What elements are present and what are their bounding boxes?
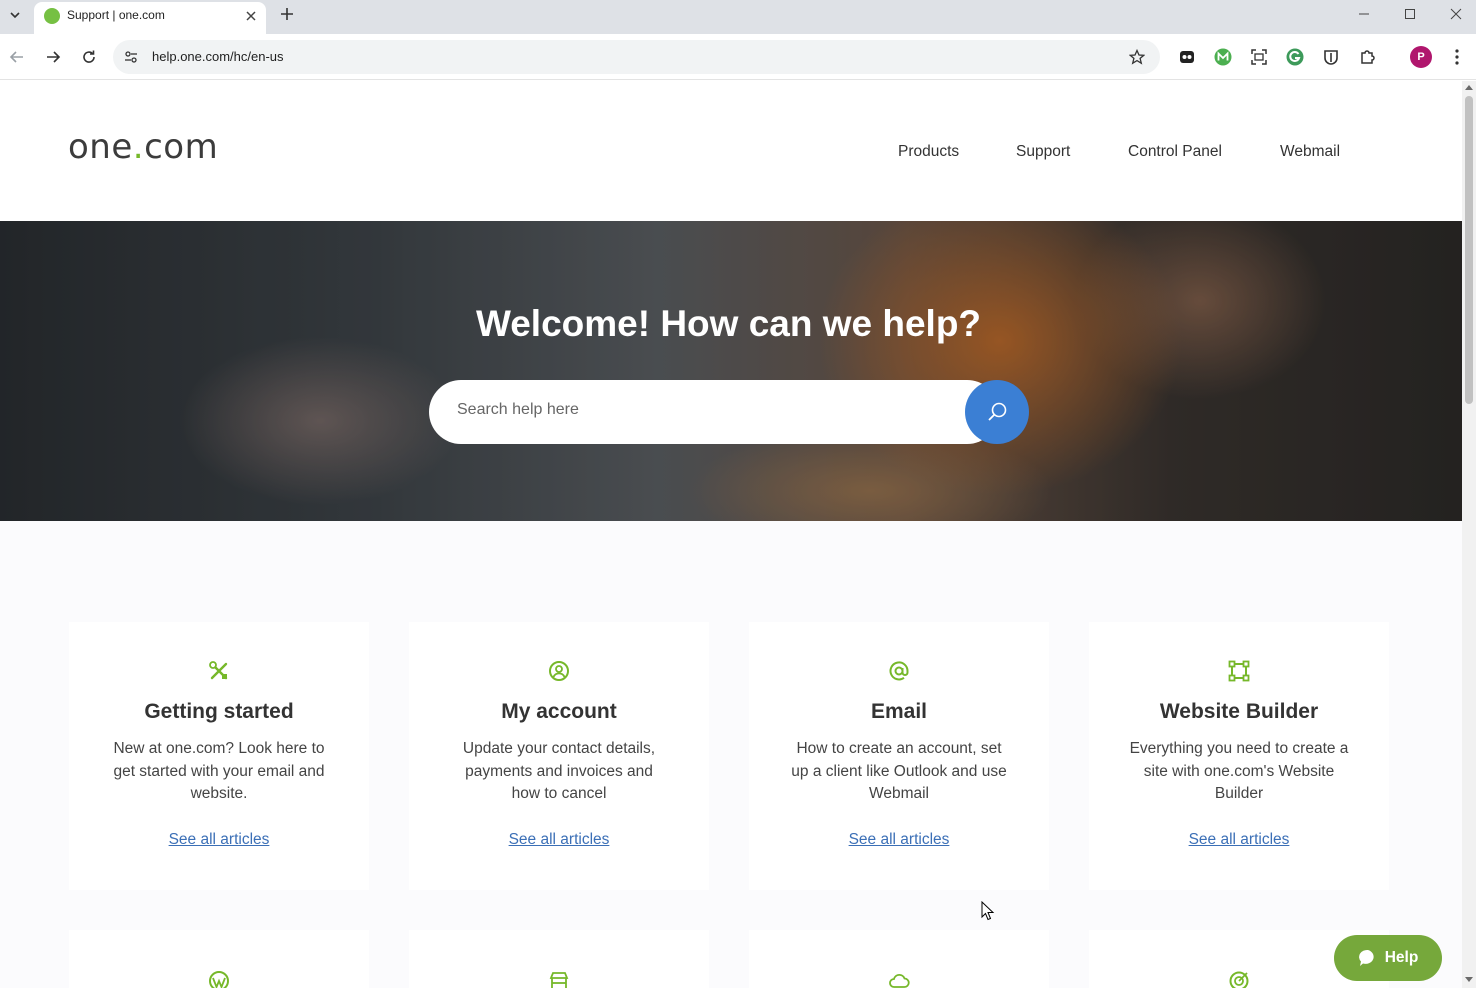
- tab-title: Support | one.com: [67, 8, 165, 22]
- profile-avatar[interactable]: P: [1410, 46, 1432, 68]
- wordpress-icon: [69, 970, 369, 988]
- nav-support[interactable]: Support: [1016, 143, 1070, 161]
- minimize-icon: [1359, 13, 1369, 15]
- maximize-button[interactable]: [1397, 4, 1423, 24]
- browser-tab-active[interactable]: Support | one.com: [34, 2, 266, 34]
- hero-background-image: [0, 221, 1462, 521]
- category-card-email: Email How to create an account, set up a…: [749, 622, 1049, 890]
- nav-control-panel[interactable]: Control Panel: [1128, 143, 1222, 161]
- category-card-website-builder: Website Builder Everything you need to c…: [1089, 622, 1389, 890]
- browser-tab-strip: Support | one.com: [0, 0, 1476, 34]
- plus-icon: [281, 8, 293, 20]
- arrow-right-icon: [47, 51, 61, 63]
- reload-icon: [83, 50, 95, 63]
- logo-dot: .: [132, 127, 145, 167]
- cloud-icon: [749, 970, 1049, 988]
- category-card-wordpress[interactable]: [69, 930, 369, 988]
- favicon-icon: [44, 8, 60, 24]
- grammarly-icon[interactable]: [1284, 46, 1306, 68]
- new-tab-button[interactable]: [277, 4, 297, 24]
- search-icon: [988, 402, 1007, 421]
- search-button[interactable]: [965, 380, 1029, 444]
- tab-search-button[interactable]: [4, 4, 26, 26]
- see-all-articles-link[interactable]: See all articles: [69, 831, 369, 849]
- hero-title: Welcome! How can we help?: [475, 303, 982, 344]
- category-title: Getting started: [144, 700, 294, 723]
- close-icon: [246, 11, 256, 21]
- category-description: How to create an account, set up a clien…: [791, 740, 1007, 802]
- chat-bubble-icon: [1358, 949, 1374, 966]
- category-description: New at one.com? Look here to get started…: [113, 740, 325, 802]
- hero-banner: Welcome! How can we help?: [0, 221, 1462, 521]
- mouse-cursor-icon: [981, 901, 995, 921]
- extension-m-icon[interactable]: [1212, 46, 1234, 68]
- nav-webmail[interactable]: Webmail: [1280, 143, 1340, 161]
- at-sign-icon: [749, 660, 1049, 682]
- browser-toolbar: help.one.com/hc/en-us P: [0, 34, 1476, 80]
- see-all-articles-link[interactable]: See all articles: [749, 831, 1049, 849]
- scroll-down-arrow-icon[interactable]: [1465, 977, 1473, 982]
- chevron-down-icon: [10, 12, 20, 19]
- nav-products[interactable]: Products: [898, 143, 959, 161]
- close-icon: [1450, 8, 1462, 20]
- kebab-menu-icon[interactable]: [1446, 46, 1468, 68]
- category-title: My account: [501, 700, 617, 723]
- category-card-my-account: My account Update your contact details, …: [409, 622, 709, 890]
- search-input[interactable]: [457, 401, 957, 419]
- search-box: [429, 380, 999, 444]
- scroll-up-arrow-icon[interactable]: [1465, 85, 1473, 90]
- tab-close-button[interactable]: [242, 7, 260, 25]
- frame-icon: [1089, 660, 1389, 682]
- help-widget-button[interactable]: Help: [1334, 935, 1442, 981]
- category-title: Email: [870, 700, 928, 723]
- category-card-store[interactable]: [409, 930, 709, 988]
- category-title: Website Builder: [1159, 700, 1319, 723]
- bookmark-star-icon[interactable]: [1128, 48, 1146, 66]
- extension-icon[interactable]: [1176, 46, 1198, 68]
- url-text: help.one.com/hc/en-us: [152, 49, 284, 64]
- window-close-button[interactable]: [1443, 4, 1469, 24]
- see-all-articles-link[interactable]: See all articles: [409, 831, 709, 849]
- back-button[interactable]: [5, 45, 29, 69]
- reload-button[interactable]: [77, 45, 101, 69]
- minimize-button[interactable]: [1351, 4, 1377, 24]
- screenshot-extension-icon[interactable]: [1248, 46, 1270, 68]
- logo-text-com: com: [144, 127, 219, 167]
- category-description: Update your contact details, payments an…: [462, 740, 656, 802]
- puzzle-icon[interactable]: [1357, 46, 1379, 68]
- forward-button[interactable]: [41, 45, 65, 69]
- one-com-logo[interactable]: one.com: [68, 127, 218, 167]
- maximize-icon: [1405, 9, 1415, 19]
- store-icon: [409, 970, 709, 988]
- category-card-getting-started: Getting started New at one.com? Look her…: [69, 622, 369, 890]
- see-all-articles-link[interactable]: See all articles: [1089, 831, 1389, 849]
- site-info-icon[interactable]: [122, 48, 140, 66]
- help-widget-label: Help: [1384, 949, 1419, 966]
- user-circle-icon: [409, 660, 709, 682]
- page-scrollbar[interactable]: [1462, 81, 1476, 988]
- page-viewport: one.com Products Support Control Panel W…: [0, 81, 1462, 988]
- category-description: Everything you need to create a site wit…: [1129, 740, 1349, 802]
- category-card-cloud[interactable]: [749, 930, 1049, 988]
- scrollbar-thumb[interactable]: [1465, 96, 1473, 404]
- site-header: one.com Products Support Control Panel W…: [0, 81, 1462, 221]
- shield-extension-icon[interactable]: [1320, 46, 1342, 68]
- category-section: Getting started New at one.com? Look her…: [0, 521, 1462, 988]
- logo-text-one: one: [68, 127, 133, 167]
- tools-icon: [69, 660, 369, 682]
- address-bar[interactable]: help.one.com/hc/en-us: [113, 40, 1160, 74]
- arrow-left-icon: [9, 51, 23, 63]
